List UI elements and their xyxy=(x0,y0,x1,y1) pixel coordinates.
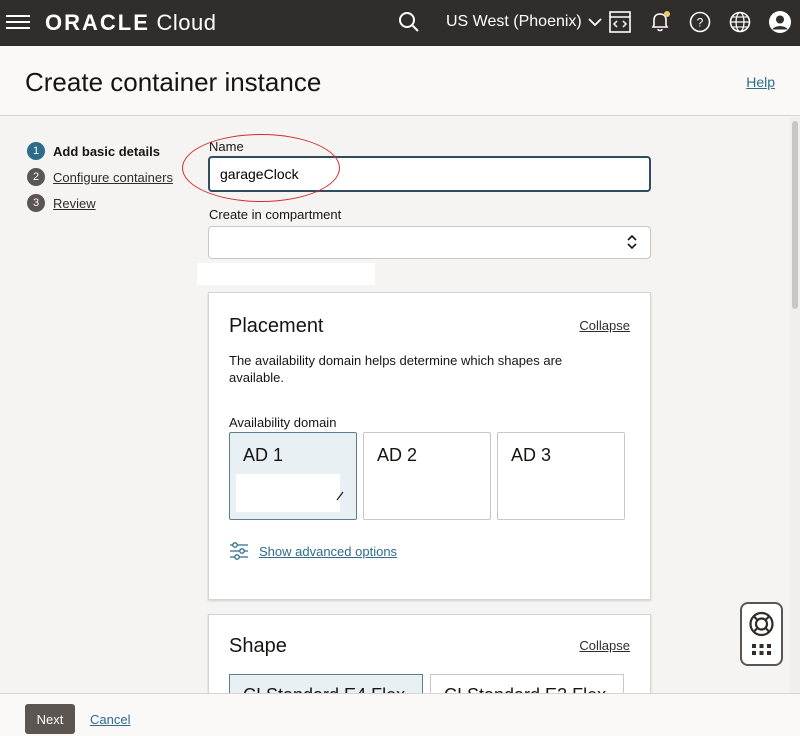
page-title: Create container instance xyxy=(25,67,322,97)
step-configure-containers[interactable]: 2 Configure containers xyxy=(27,164,173,190)
step-number: 3 xyxy=(27,194,45,212)
logo-oracle-text: ORACLE xyxy=(45,10,150,35)
step-review[interactable]: 3 Review xyxy=(27,190,173,216)
region-selector[interactable]: US West (Phoenix) xyxy=(446,13,602,31)
compartment-select[interactable] xyxy=(208,226,651,259)
compartment-label: Create in compartment xyxy=(209,207,342,222)
ad-detail-area xyxy=(236,474,340,512)
advanced-options-link[interactable]: Show advanced options xyxy=(259,544,397,559)
show-advanced-options[interactable]: Show advanced options xyxy=(229,542,397,560)
name-input[interactable] xyxy=(208,156,651,192)
region-label: US West (Phoenix) xyxy=(446,13,582,30)
ad-label: AD 1 xyxy=(243,445,284,465)
shape-title: Shape xyxy=(229,635,287,657)
availability-domain-label: Availability domain xyxy=(229,415,337,430)
page-header: Create container instance Help xyxy=(0,46,800,116)
logo-cloud-text: Cloud xyxy=(156,10,217,35)
edit-mark-icon xyxy=(336,490,344,504)
page-footer: Next Cancel xyxy=(0,693,800,736)
step-number: 1 xyxy=(27,142,45,160)
help-widget[interactable] xyxy=(740,602,783,666)
redacted-area xyxy=(197,263,375,285)
wizard-steps: 1 Add basic details 2 Configure containe… xyxy=(27,138,173,216)
globe-icon[interactable] xyxy=(727,9,753,35)
oracle-cloud-logo[interactable]: ORACLE Cloud xyxy=(45,10,217,36)
shape-option-2[interactable]: CI.Standard.E3.Flex xyxy=(430,674,624,694)
ad-tile-3[interactable]: AD 3 xyxy=(497,432,625,520)
step-label[interactable]: Configure containers xyxy=(53,170,173,185)
next-button[interactable]: Next xyxy=(25,704,75,734)
placement-card: Placement Collapse The availability doma… xyxy=(208,292,651,600)
ad-tile-2[interactable]: AD 2 xyxy=(363,432,491,520)
step-label[interactable]: Review xyxy=(53,196,96,211)
user-icon[interactable] xyxy=(767,9,793,35)
shape-card: Shape Collapse CI.Standard.E4.Flex CI.St… xyxy=(208,614,651,694)
step-label: Add basic details xyxy=(53,143,160,159)
scrollbar[interactable] xyxy=(790,117,800,693)
scrollbar-thumb[interactable] xyxy=(792,121,798,309)
shape-collapse-link[interactable]: Collapse xyxy=(579,638,630,653)
shape-option-1[interactable]: CI.Standard.E4.Flex xyxy=(229,674,423,694)
code-editor-icon[interactable] xyxy=(607,9,633,35)
ad-label: AD 2 xyxy=(377,445,418,465)
search-icon[interactable] xyxy=(396,9,422,35)
svg-text:?: ? xyxy=(697,16,704,30)
step-number: 2 xyxy=(27,168,45,186)
top-navigation-bar: ORACLE Cloud US West (Phoenix) ? xyxy=(0,0,800,46)
step-add-basic-details: 1 Add basic details xyxy=(27,138,173,164)
help-link[interactable]: Help xyxy=(746,74,775,90)
menu-icon[interactable] xyxy=(6,12,30,32)
chevron-down-icon xyxy=(588,18,602,27)
placement-description: The availability domain helps determine … xyxy=(229,353,563,385)
cancel-link[interactable]: Cancel xyxy=(90,712,130,727)
bell-icon[interactable] xyxy=(647,9,673,35)
placement-title: Placement xyxy=(229,315,324,337)
ad-label: AD 3 xyxy=(511,445,552,465)
ad-tile-1[interactable]: AD 1 xyxy=(229,432,357,520)
help-icon[interactable]: ? xyxy=(687,9,713,35)
sliders-icon xyxy=(230,542,248,560)
select-arrows-icon xyxy=(626,234,638,251)
placement-collapse-link[interactable]: Collapse xyxy=(579,318,630,333)
name-label: Name xyxy=(209,139,244,154)
lifebuoy-icon xyxy=(749,611,774,655)
